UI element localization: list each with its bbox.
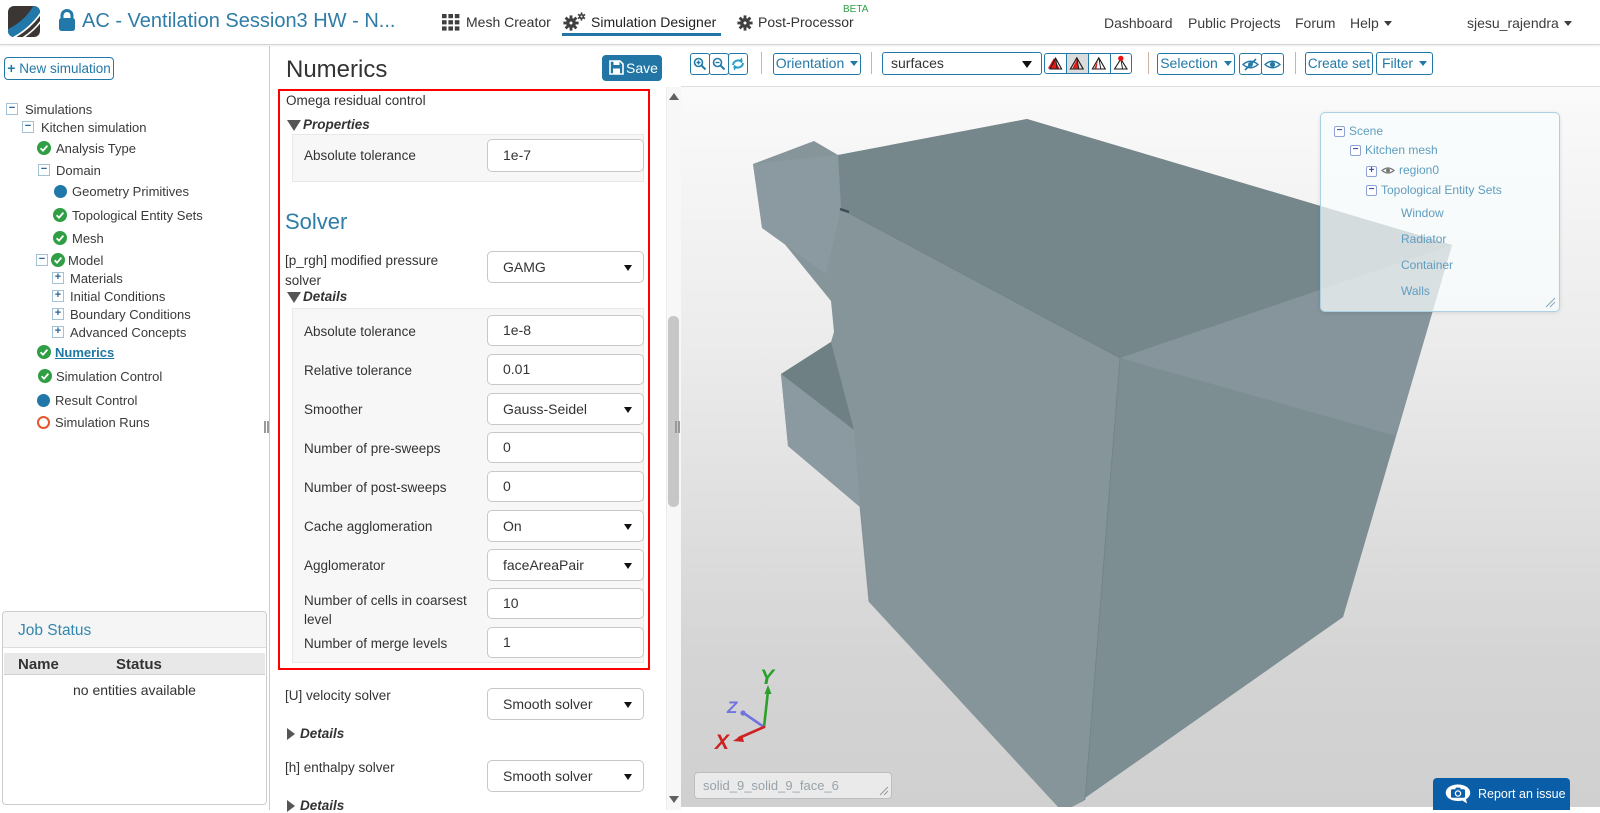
svg-text:Y: Y: [760, 666, 776, 689]
svg-text:X: X: [714, 731, 731, 754]
svg-text:Z: Z: [726, 698, 738, 717]
